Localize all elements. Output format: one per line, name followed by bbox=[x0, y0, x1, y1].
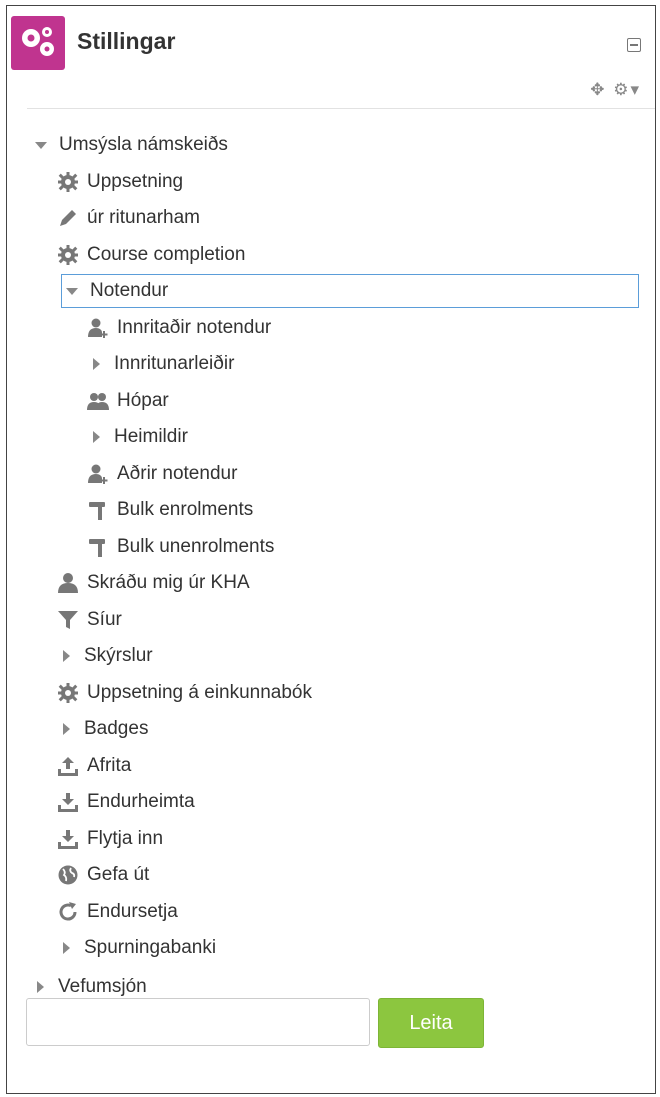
gear-icon bbox=[57, 171, 79, 193]
tree-item-course-completion[interactable]: Course completion bbox=[57, 238, 245, 272]
tree-item-label: Uppsetning á einkunnabók bbox=[87, 681, 313, 703]
gear-icon bbox=[57, 244, 79, 266]
refresh-icon bbox=[57, 901, 79, 923]
tree-item-label: Bulk unenrolments bbox=[117, 535, 275, 557]
tree-item-label: Notendur bbox=[90, 280, 169, 301]
tree-item-aðrir-notendur[interactable]: Aðrir notendur bbox=[87, 457, 237, 491]
caret-down-icon bbox=[66, 287, 78, 295]
search-input[interactable] bbox=[26, 998, 370, 1046]
tree-item-skráðu-mig-úr-kha[interactable]: Skráðu mig úr KHA bbox=[57, 566, 250, 600]
gear-icon[interactable]: ⚙▾ bbox=[613, 80, 641, 99]
caret-right-icon bbox=[63, 650, 70, 662]
tree-item-label: Vefumsjón bbox=[58, 976, 147, 997]
tree-item-label: Skráðu mig úr KHA bbox=[87, 572, 250, 593]
tree-item-label: Innritunarleiðir bbox=[114, 353, 235, 374]
settings-block: Stillingar ✥ ⚙▾ Umsýsla námskeiðs Uppset… bbox=[6, 5, 656, 1094]
tree-item-label: Uppsetning bbox=[87, 170, 184, 192]
filter-icon bbox=[57, 609, 79, 631]
tree-item-spurningabanki[interactable]: Spurningabanki bbox=[57, 931, 216, 965]
download-icon bbox=[57, 791, 79, 813]
download-icon bbox=[57, 828, 79, 850]
user-add-icon bbox=[87, 317, 109, 339]
tree-item-innritaðir-notendur[interactable]: Innritaðir notendur bbox=[87, 311, 271, 345]
tree-item-síur[interactable]: Síur bbox=[57, 603, 122, 637]
tree-item-innritunarleiðir[interactable]: Innritunarleiðir bbox=[87, 347, 234, 381]
gear-icon bbox=[57, 682, 79, 704]
tree-item-label: Síur bbox=[87, 608, 122, 630]
tree-item-flytja-inn[interactable]: Flytja inn bbox=[57, 822, 163, 856]
tree-item-úr-ritunarham[interactable]: úr ritunarham bbox=[57, 201, 200, 235]
block-header: Stillingar ✥ ⚙▾ bbox=[7, 6, 655, 106]
tree-item-hópar[interactable]: Hópar bbox=[87, 384, 169, 418]
tree-item-label: Aðrir notendur bbox=[117, 462, 238, 484]
tree-label: Umsýsla námskeiðs bbox=[59, 134, 228, 155]
tree-item-label: úr ritunarham bbox=[87, 207, 200, 228]
tree-item-heimildir[interactable]: Heimildir bbox=[87, 420, 188, 454]
tree-item-skýrslur[interactable]: Skýrslur bbox=[57, 639, 153, 673]
tree-item-notendur[interactable]: Notendur bbox=[61, 274, 639, 308]
tree-item-gefa-út[interactable]: Gefa út bbox=[57, 858, 149, 892]
tree-root-course-admin[interactable]: Umsýsla námskeiðs bbox=[31, 128, 228, 162]
tree-item-bulk-unenrolments[interactable]: Bulk unenrolments bbox=[87, 530, 274, 564]
upload-icon bbox=[57, 755, 79, 777]
tree-item-label: Skýrslur bbox=[84, 645, 153, 666]
search-button[interactable]: Leita bbox=[378, 998, 484, 1048]
users-icon bbox=[87, 390, 109, 412]
tree-item-label: Endurheimta bbox=[87, 791, 195, 812]
tree-item-label: Gefa út bbox=[87, 864, 150, 885]
tree-item-label: Flytja inn bbox=[87, 827, 164, 849]
hammer-icon bbox=[87, 536, 109, 558]
block-title: Stillingar bbox=[77, 28, 176, 54]
caret-down-icon bbox=[35, 141, 47, 149]
tree-item-uppsetning-á-einkunnabók[interactable]: Uppsetning á einkunnabók bbox=[57, 676, 312, 710]
tree-item-label: Badges bbox=[84, 718, 149, 739]
tree-item-uppsetning[interactable]: Uppsetning bbox=[57, 165, 183, 199]
collapse-block-icon[interactable] bbox=[627, 38, 641, 52]
user-icon bbox=[57, 572, 79, 594]
divider bbox=[27, 108, 655, 109]
tree-item-label: Endursetja bbox=[87, 900, 178, 922]
caret-right-icon bbox=[63, 942, 70, 954]
caret-right-icon bbox=[37, 981, 44, 993]
tree-item-label: Spurningabanki bbox=[84, 937, 217, 958]
user-add-icon bbox=[87, 463, 109, 485]
move-icon[interactable]: ✥ bbox=[590, 80, 606, 99]
tree-item-label: Heimildir bbox=[114, 426, 188, 447]
tree-item-badges[interactable]: Badges bbox=[57, 712, 148, 746]
tree-item-label: Hópar bbox=[117, 389, 169, 411]
tree-item-bulk-enrolments[interactable]: Bulk enrolments bbox=[87, 493, 253, 527]
caret-right-icon bbox=[93, 358, 100, 370]
tree-item-endursetja[interactable]: Endursetja bbox=[57, 895, 178, 929]
gears-icon bbox=[11, 16, 65, 70]
block-actions[interactable]: ✥ ⚙▾ bbox=[590, 80, 641, 100]
tree-item-label: Bulk enrolments bbox=[117, 499, 254, 520]
globe-icon bbox=[57, 864, 79, 886]
caret-right-icon bbox=[93, 431, 100, 443]
tree-item-label: Course completion bbox=[87, 243, 246, 265]
caret-right-icon bbox=[63, 723, 70, 735]
tree-item-afrita[interactable]: Afrita bbox=[57, 749, 131, 783]
pencil-icon bbox=[57, 207, 79, 229]
tree-item-label: Innritaðir notendur bbox=[117, 316, 272, 338]
tree-item-label: Afrita bbox=[87, 754, 132, 776]
tree-item-endurheimta[interactable]: Endurheimta bbox=[57, 785, 195, 819]
hammer-icon bbox=[87, 499, 109, 521]
